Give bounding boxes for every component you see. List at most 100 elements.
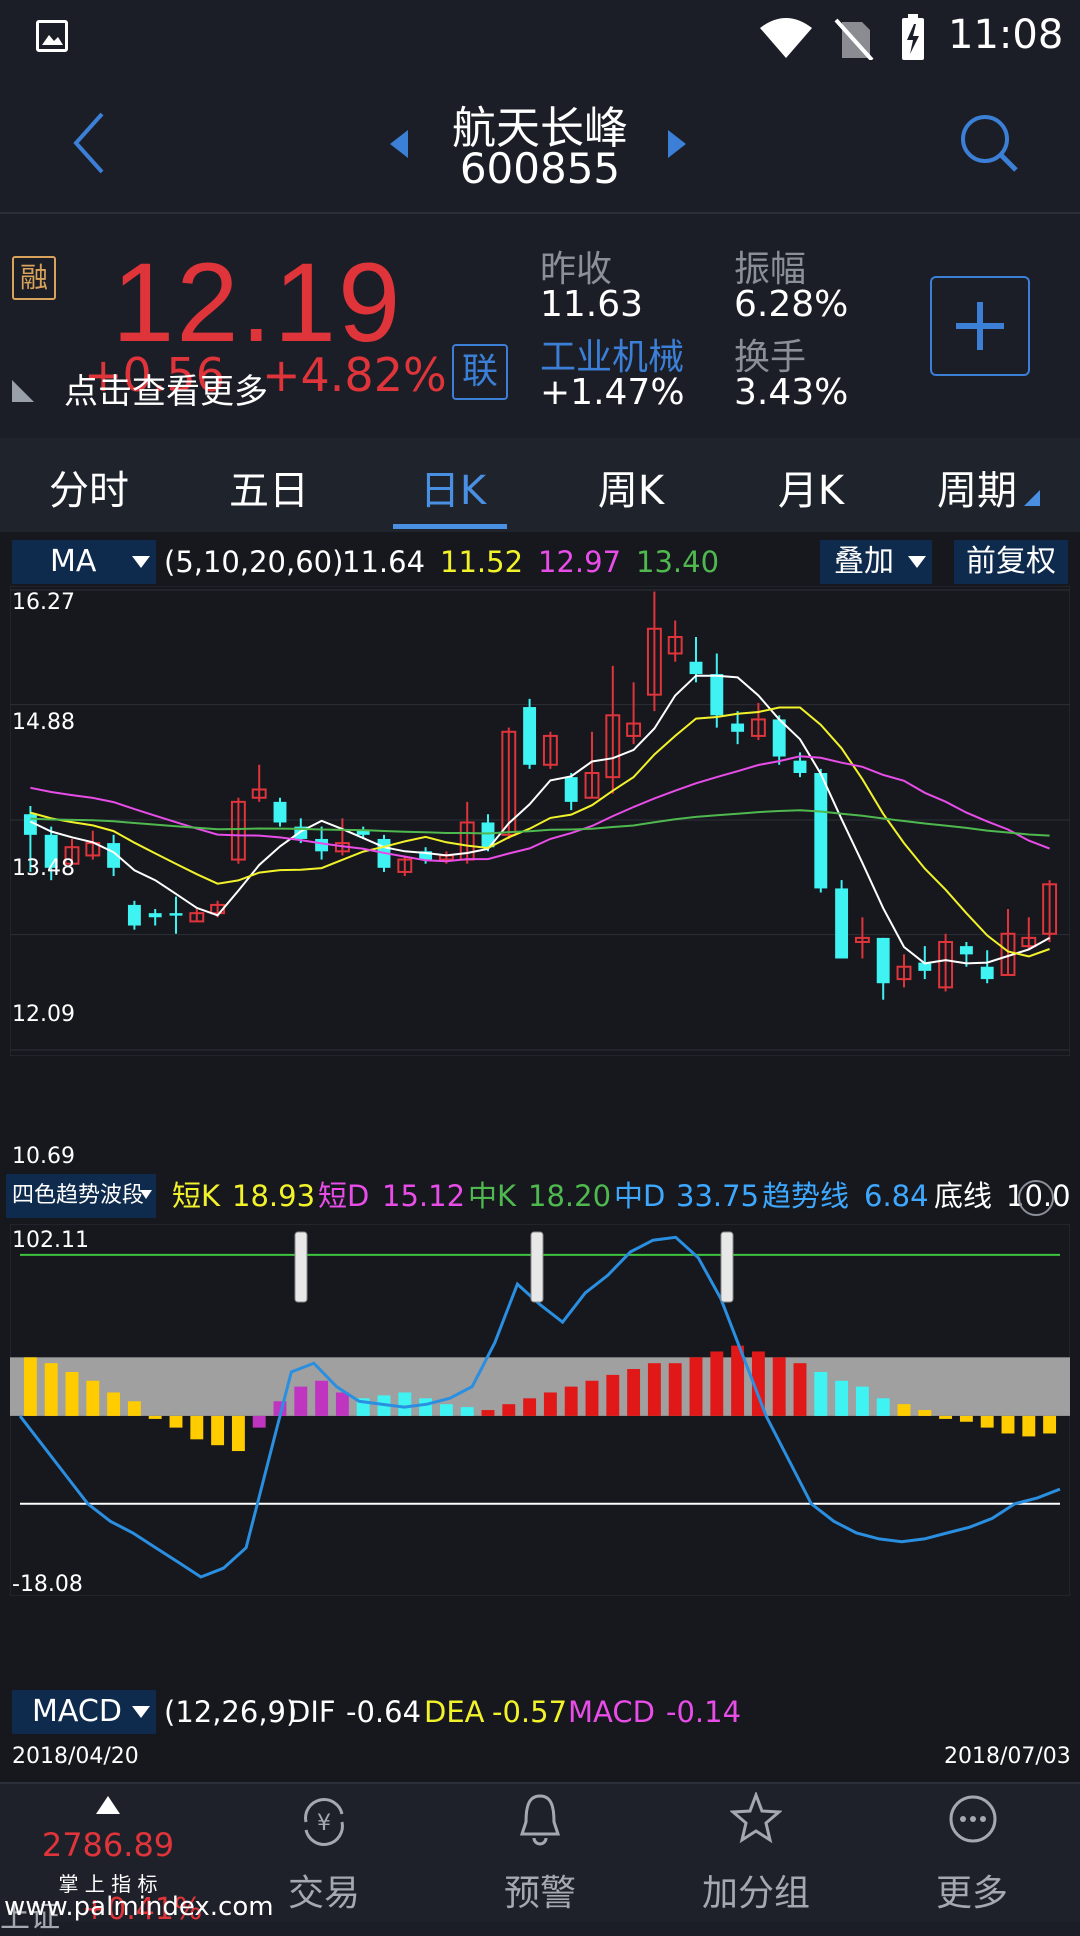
candle-body [793, 760, 807, 774]
trend-bar [1043, 1415, 1057, 1434]
candle-body [148, 913, 162, 918]
trend-bar [65, 1371, 79, 1416]
neutral-band [10, 1357, 1070, 1416]
next-stock-button[interactable] [666, 130, 686, 162]
expand-corner-icon [12, 380, 34, 406]
tab-daily-k[interactable]: 日K [378, 458, 528, 516]
candle-body [169, 913, 183, 916]
short-k-label: 短K [172, 1179, 221, 1213]
market-index-button[interactable]: 2786.89 掌 上 指 标 上证 +0.41% www.palmindex.… [0, 1784, 274, 1935]
base-label: 底线 [934, 1179, 993, 1213]
nav-alert[interactable]: 预警 [432, 1784, 648, 1922]
ma10-value: 11.52 [440, 545, 524, 579]
more-hint[interactable]: 点击查看更多 [64, 364, 268, 413]
candle-body [980, 966, 994, 980]
period-tabs: 分时 五日 日K 周K 月K 周期 [0, 438, 1080, 532]
trend-bar [876, 1398, 890, 1416]
nav-more-label: 更多 [935, 1873, 1008, 1914]
trend-bar [481, 1410, 495, 1416]
chart-area: MA (5,10,20,60) 11.64 11.52 12.97 13.40 … [0, 532, 1080, 1782]
nav-trade[interactable]: ¥ 交易 [216, 1784, 432, 1922]
settings-circle-icon[interactable] [1018, 1180, 1054, 1216]
dif-value: -0.64 [346, 1695, 422, 1729]
trend-bar [23, 1357, 37, 1416]
trend-bar [689, 1357, 703, 1416]
svg-text:¥: ¥ [317, 1811, 331, 1836]
battery-charging-icon [898, 12, 928, 66]
trend-bar [835, 1380, 849, 1416]
nav-more[interactable]: 更多 [864, 1784, 1080, 1922]
trend-bar [772, 1357, 786, 1416]
triangle-up-icon [96, 1796, 120, 1814]
mid-d-value: 33.75 [676, 1179, 760, 1213]
turnover-value: 3.43% [734, 372, 849, 413]
trend-bar [606, 1374, 620, 1416]
signal-marker [294, 1231, 308, 1303]
trend-bar [647, 1363, 661, 1416]
candle-body [814, 773, 828, 889]
link-badge[interactable]: 联 [452, 344, 508, 400]
ma20-value: 12.97 [538, 545, 622, 579]
trend-bar [107, 1392, 121, 1416]
search-button[interactable] [958, 112, 1022, 180]
trend-label: 趋势线 [762, 1179, 850, 1213]
trend-bar [627, 1369, 641, 1416]
nav-trade-label: 交易 [287, 1873, 360, 1914]
tab-intraday[interactable]: 分时 [14, 458, 164, 516]
trend-band-indicator-chart[interactable] [10, 1224, 1070, 1596]
bottom-navigation: 2786.89 掌 上 指 标 上证 +0.41% www.palmindex.… [0, 1782, 1080, 1935]
index-value: 2786.89 [41, 1826, 175, 1864]
dropdown-arrow-icon [908, 556, 926, 568]
trend-bar [543, 1392, 557, 1416]
candlestick-chart[interactable] [10, 586, 1070, 1056]
macd-selector[interactable]: MACD [12, 1690, 156, 1734]
star-icon [730, 1792, 782, 1844]
trend-bar [980, 1415, 994, 1428]
yen-exchange-icon: ¥ [304, 1798, 344, 1846]
dif-label: DIF [288, 1695, 336, 1729]
trend-bar [668, 1363, 682, 1416]
trend-bar [419, 1398, 433, 1416]
ma10-line [30, 706, 1050, 958]
ma60-value: 13.40 [636, 545, 720, 579]
plus-icon [956, 302, 1004, 350]
tab-monthly-k[interactable]: 月K [736, 458, 886, 516]
candle-body [959, 946, 973, 955]
prev-close-value: 11.63 [540, 284, 644, 325]
trend-bar [211, 1415, 225, 1446]
trend-bar [1001, 1415, 1015, 1434]
active-tab-underline [393, 524, 507, 529]
overlay-selector[interactable]: 叠加 [820, 540, 932, 584]
trend-bar [564, 1386, 578, 1416]
indicator-selector[interactable]: 四色趋势波段 [6, 1174, 156, 1218]
gallery-icon [36, 20, 68, 52]
short-k-value: 18.93 [232, 1179, 316, 1213]
period-dropdown-icon [1024, 490, 1040, 510]
trend-bar [793, 1363, 807, 1416]
nav-add-group[interactable]: 加分组 [648, 1784, 864, 1922]
date-start: 2018/04/20 [12, 1744, 139, 1769]
candle-body [876, 937, 890, 984]
trend-bar [169, 1415, 183, 1428]
sector-change: +1.47% [540, 372, 685, 413]
ma-selector[interactable]: MA [12, 540, 156, 584]
status-bar: 11:08 [0, 0, 1080, 80]
more-dots-icon [949, 1795, 997, 1843]
trend-bar [523, 1398, 537, 1416]
tab-five-day[interactable]: 五日 [194, 458, 344, 516]
search-icon [961, 115, 1018, 172]
back-button[interactable] [66, 108, 116, 178]
trend-bar [1022, 1415, 1036, 1437]
macd-params: (12,26,9) [164, 1695, 298, 1729]
mid-d-label: 中D [614, 1179, 666, 1213]
price-axis-label: 10.69 [12, 1144, 75, 1169]
add-watchlist-button[interactable] [930, 276, 1030, 376]
trend-bar [439, 1404, 453, 1416]
signal-marker [720, 1231, 734, 1303]
adjust-button[interactable]: 前复权 [954, 540, 1068, 584]
ma-params: (5,10,20,60) [164, 545, 344, 579]
price-axis-label: 16.27 [12, 590, 75, 615]
trend-bar [231, 1415, 245, 1452]
tab-weekly-k[interactable]: 周K [556, 458, 706, 516]
trend-bar [959, 1415, 973, 1422]
